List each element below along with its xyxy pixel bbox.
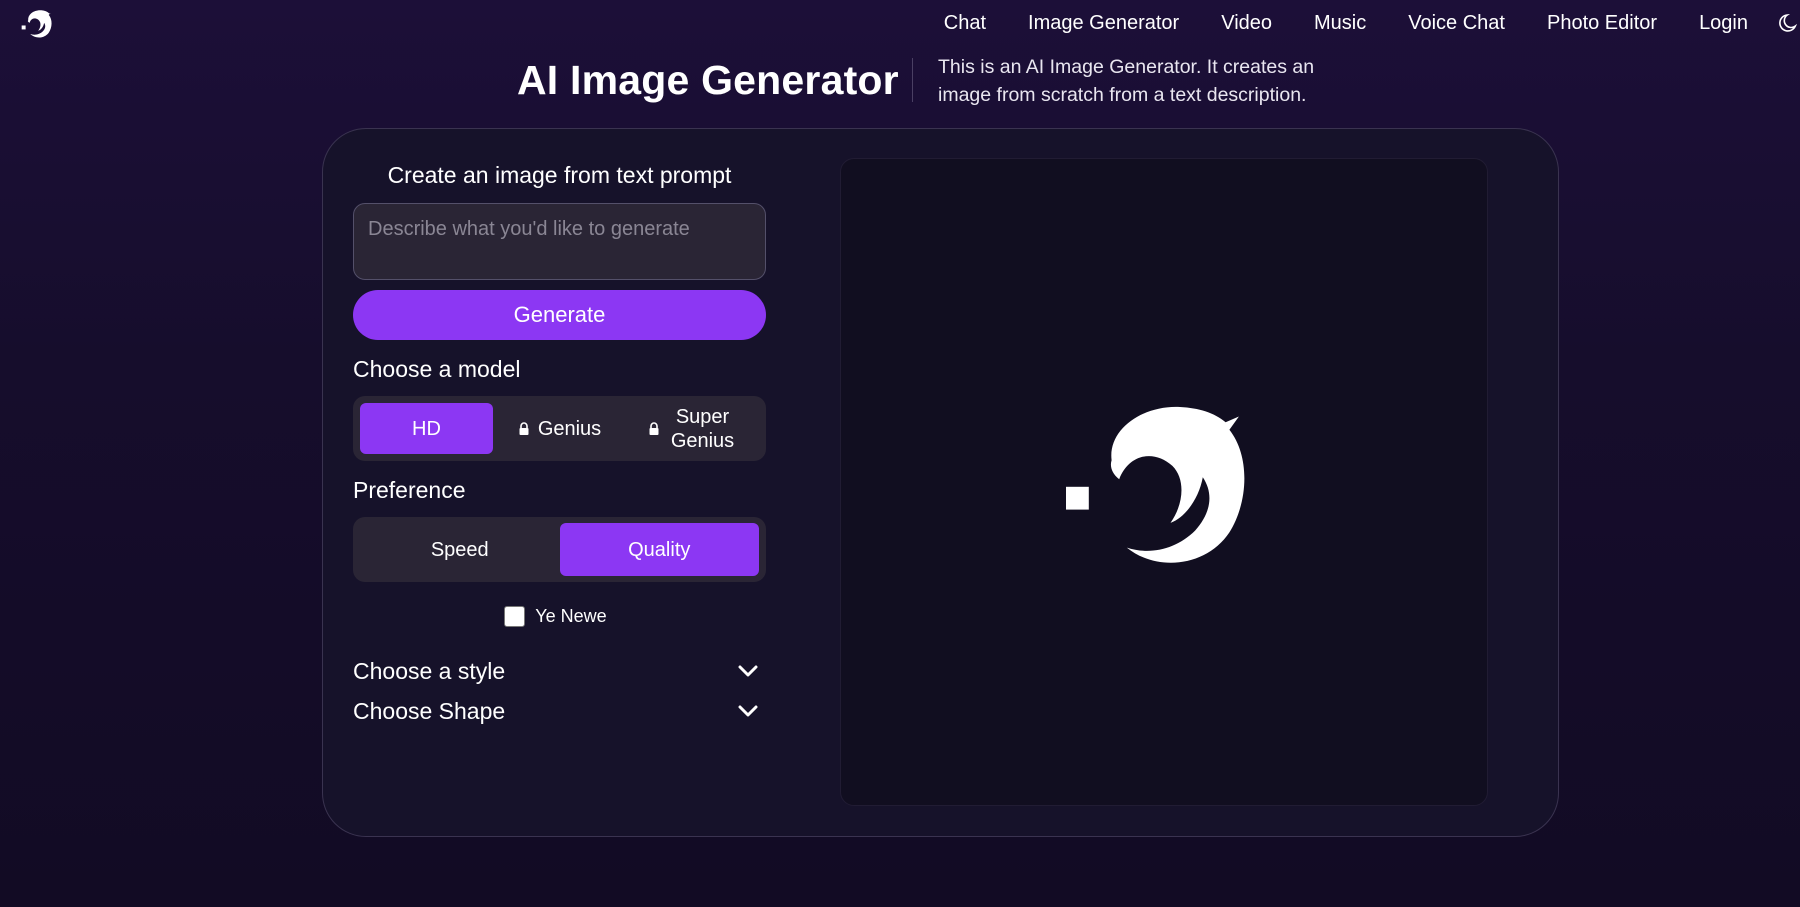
chevron-down-icon [738, 665, 758, 677]
model-option-label: Genius [537, 417, 602, 440]
prompt-input[interactable] [353, 203, 766, 280]
generator-card: Create an image from text prompt Generat… [322, 128, 1559, 837]
lock-icon [519, 421, 529, 435]
preference-section-label: Preference [353, 477, 466, 503]
image-preview-area [840, 158, 1488, 806]
moon-icon [1779, 13, 1798, 32]
choose-style-dropdown[interactable]: Choose a style [353, 656, 766, 686]
nav-music-link[interactable]: Music [1314, 12, 1366, 35]
page-subtitle: This is an AI Image Generator. It create… [938, 56, 1315, 106]
generate-button[interactable]: Generate [353, 290, 766, 340]
preference-option-quality[interactable]: Quality [559, 523, 759, 576]
nav-voice-chat-link[interactable]: Voice Chat [1408, 12, 1505, 35]
nav-links: Chat Image Generator Video Music Voice C… [944, 0, 1800, 46]
preference-option-label: Quality [628, 538, 691, 561]
model-option-label: HD [412, 417, 441, 440]
choose-style-label: Choose a style [353, 657, 506, 684]
theme-toggle-button[interactable] [1776, 11, 1800, 35]
model-option-super-genius[interactable]: Super Genius [626, 403, 759, 454]
model-section-label: Choose a model [353, 356, 521, 382]
lock-icon [649, 421, 658, 435]
nav-video-link[interactable]: Video [1221, 12, 1272, 35]
model-option-genius[interactable]: Genius [493, 403, 626, 454]
choose-shape-dropdown[interactable]: Choose Shape [353, 696, 766, 726]
model-selector: HD Genius Super Genius [353, 396, 766, 461]
panel-title: Create an image from text prompt [387, 162, 732, 188]
controls-panel: Create an image from text prompt Generat… [353, 159, 766, 726]
chevron-down-icon [738, 705, 758, 717]
top-nav: Chat Image Generator Video Music Voice C… [0, 0, 1800, 48]
model-option-hd[interactable]: HD [360, 403, 493, 454]
nav-photo-editor-link[interactable]: Photo Editor [1547, 12, 1657, 35]
dolphin-logo-icon [1066, 406, 1245, 563]
choose-shape-label: Choose Shape [353, 697, 506, 724]
page-heading: AI Image Generator This is an AI Image G… [0, 50, 1800, 108]
ye-newe-checkbox[interactable] [504, 605, 526, 627]
heading-divider [912, 58, 913, 102]
ye-newe-option: Ye Newe [353, 604, 766, 628]
preference-option-label: Speed [430, 538, 489, 561]
nav-login-link[interactable]: Login [1699, 12, 1748, 35]
dolphin-logo-icon[interactable] [21, 7, 54, 40]
preference-option-speed[interactable]: Speed [360, 523, 560, 576]
preference-selector: Speed Quality [353, 517, 766, 582]
page-title: AI Image Generator [517, 57, 899, 103]
ye-newe-label: Ye Newe [535, 605, 607, 626]
model-option-label: Super Genius [670, 405, 735, 452]
nav-chat-link[interactable]: Chat [944, 12, 986, 35]
nav-image-generator-link[interactable]: Image Generator [1028, 12, 1179, 35]
